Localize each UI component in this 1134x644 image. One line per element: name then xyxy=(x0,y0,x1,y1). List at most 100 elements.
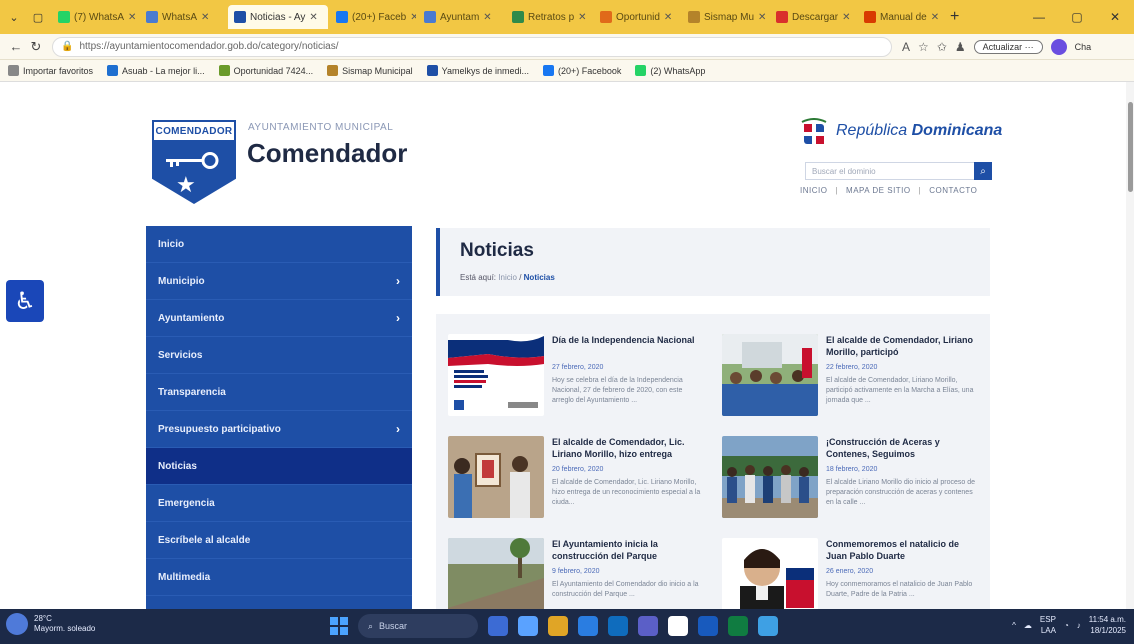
favorite-star-icon[interactable]: ☆ xyxy=(918,40,929,54)
back-icon[interactable]: ← xyxy=(6,39,26,54)
bookmark-item[interactable]: (20+) Facebook xyxy=(543,65,621,76)
sidebar-item-transparencia[interactable]: Transparencia xyxy=(146,374,412,411)
new-tab-button[interactable]: + xyxy=(950,8,959,26)
bookmark-item[interactable]: Oportunidad 7424... xyxy=(218,65,313,76)
site-name[interactable]: Comendador xyxy=(247,138,407,169)
sidebar-item-multimedia[interactable]: Multimedia xyxy=(146,559,412,596)
bookmark-item[interactable]: (2) WhatsApp xyxy=(635,65,705,76)
teams-icon[interactable] xyxy=(638,616,658,636)
close-icon[interactable]: ✕ xyxy=(1096,10,1134,24)
sidebar-item-inicio[interactable]: Inicio xyxy=(146,226,412,263)
news-card[interactable]: El alcalde de Comendador, Lic. Liriano M… xyxy=(442,436,707,536)
browser-tab[interactable]: Ayuntam ✕ xyxy=(418,5,504,29)
edge-icon[interactable] xyxy=(578,616,598,636)
news-thumbnail[interactable] xyxy=(722,538,818,609)
top-link-mapa-de-sitio[interactable]: MAPA DE SITIO xyxy=(846,186,911,195)
news-thumbnail[interactable] xyxy=(722,334,818,416)
onedrive-icon[interactable]: ☁ xyxy=(1024,621,1032,630)
chevron-up-icon[interactable]: ^ xyxy=(1012,621,1016,630)
news-thumbnail[interactable] xyxy=(448,334,544,416)
sidebar-item-escribele-al-alcalde[interactable]: Escríbele al alcalde xyxy=(146,522,412,559)
sidebar-item-emergencia[interactable]: Emergencia xyxy=(146,485,412,522)
sidebar-item-municipio[interactable]: Municipio › xyxy=(146,263,412,300)
chrome-icon[interactable] xyxy=(668,616,688,636)
close-tab-icon[interactable]: ✕ xyxy=(483,12,491,23)
news-card[interactable]: El alcalde de Comendador, Liriano Morill… xyxy=(716,334,981,434)
windows-start-icon[interactable] xyxy=(330,617,348,635)
widgets-icon[interactable] xyxy=(518,616,538,636)
bookmark-item[interactable]: Asuab - La mejor li... xyxy=(107,65,205,76)
workspaces-icon[interactable]: ▢ xyxy=(28,7,48,27)
browser-tab[interactable]: (20+) Faceb ✕ xyxy=(330,5,416,29)
language-indicator[interactable]: ESP LAA xyxy=(1040,614,1056,636)
browser-tab[interactable]: Descargar ✕ xyxy=(770,5,856,29)
news-title[interactable]: Conmemoremos el natalicio de Juan Pablo … xyxy=(826,538,976,562)
url-field[interactable]: 🔒 https://ayuntamientocomendador.gob.do/… xyxy=(52,36,892,57)
favorites-icon[interactable]: ✩ xyxy=(937,40,947,54)
sidebar-item-ayuntamiento[interactable]: Ayuntamiento › xyxy=(146,300,412,337)
news-title[interactable]: Día de la Independencia Nacional xyxy=(552,334,702,346)
breadcrumb-home-link[interactable]: Inicio xyxy=(498,273,517,282)
store-icon[interactable] xyxy=(608,616,628,636)
task-view-icon[interactable] xyxy=(488,616,508,636)
sidebar-item-noticias[interactable]: Noticias xyxy=(146,448,412,485)
news-thumbnail[interactable] xyxy=(722,436,818,518)
bookmark-item[interactable]: Importar favoritos xyxy=(8,65,93,76)
browser-tab[interactable]: (7) WhatsA ✕ xyxy=(52,5,138,29)
bookmark-item[interactable]: Sismap Municipal xyxy=(327,65,413,76)
browser-tab[interactable]: Manual de ✕ xyxy=(858,5,944,29)
close-tab-icon[interactable]: ✕ xyxy=(128,12,136,23)
browser-tab[interactable]: Retratos p ✕ xyxy=(506,5,592,29)
sidebar-item-servicios[interactable]: Servicios xyxy=(146,337,412,374)
tab-actions-icon[interactable]: ⌄ xyxy=(4,7,24,27)
news-title[interactable]: El Ayuntamiento inicia la construcción d… xyxy=(552,538,702,562)
page-scrollbar[interactable] xyxy=(1126,82,1134,609)
news-title[interactable]: El alcalde de Comendador, Lic. Liriano M… xyxy=(552,436,702,460)
excel-icon[interactable] xyxy=(728,616,748,636)
maximize-icon[interactable]: ▢ xyxy=(1058,10,1096,24)
update-button[interactable]: Actualizar ··· xyxy=(973,39,1043,54)
close-tab-icon[interactable]: ✕ xyxy=(931,12,939,23)
wifi-icon[interactable]: ◔ xyxy=(1064,621,1069,630)
browser-tab[interactable]: Oportunid ✕ xyxy=(594,5,680,29)
close-tab-icon[interactable]: ✕ xyxy=(410,12,416,23)
news-title[interactable]: ¡Construcción de Aceras y Contenes, Segu… xyxy=(826,436,976,460)
close-tab-icon[interactable]: ✕ xyxy=(664,12,672,23)
clock[interactable]: 11:54 a.m. 18/1/2025 xyxy=(1089,614,1126,636)
top-link-contacto[interactable]: CONTACTO xyxy=(929,186,977,195)
news-thumbnail[interactable] xyxy=(448,436,544,518)
top-link-inicio[interactable]: INICIO xyxy=(800,186,827,195)
browser-tab[interactable]: Noticias - Ay ✕ xyxy=(228,5,328,29)
volume-icon[interactable]: ♪ xyxy=(1077,621,1081,630)
read-aloud-icon[interactable]: A xyxy=(902,40,910,54)
copilot-icon[interactable] xyxy=(1050,38,1067,55)
close-tab-icon[interactable]: ✕ xyxy=(758,12,766,23)
search-icon[interactable]: ⌕ xyxy=(974,162,992,180)
news-title[interactable]: El alcalde de Comendador, Liriano Morill… xyxy=(826,334,976,358)
browser-tab[interactable]: WhatsA ✕ xyxy=(140,5,226,29)
close-tab-icon[interactable]: ✕ xyxy=(578,12,586,23)
close-tab-icon[interactable]: ✕ xyxy=(201,12,209,23)
news-card[interactable]: ¡Construcción de Aceras y Contenes, Segu… xyxy=(716,436,981,536)
word-icon[interactable] xyxy=(698,616,718,636)
taskbar-search[interactable]: ⌕ Buscar xyxy=(358,614,478,638)
profile-person-icon[interactable]: ♟ xyxy=(955,40,966,54)
news-card[interactable]: Conmemoremos el natalicio de Juan Pablo … xyxy=(716,538,981,609)
close-tab-icon[interactable]: ✕ xyxy=(309,12,317,23)
government-name[interactable]: República Dominicana xyxy=(836,122,1002,140)
close-tab-icon[interactable]: ✕ xyxy=(842,12,850,23)
news-thumbnail[interactable] xyxy=(448,538,544,609)
app-icon[interactable] xyxy=(758,616,778,636)
news-card[interactable]: Día de la Independencia Nacional 27 febre… xyxy=(442,334,707,434)
accessibility-icon[interactable]: ♿ xyxy=(6,280,44,322)
news-card[interactable]: El Ayuntamiento inicia la construcción d… xyxy=(442,538,707,609)
browser-tab[interactable]: Sismap Mu ✕ xyxy=(682,5,768,29)
weather-widget[interactable]: 28°C Mayorm. soleado xyxy=(6,613,95,635)
bookmark-item[interactable]: Yamelkys de inmedi... xyxy=(426,65,529,76)
scrollbar-thumb[interactable] xyxy=(1128,102,1133,192)
reload-icon[interactable]: ↻ xyxy=(26,39,46,55)
copilot-label[interactable]: Cha xyxy=(1075,42,1092,52)
sidebar-item-presupuesto-participativo[interactable]: Presupuesto participativo › xyxy=(146,411,412,448)
minimize-icon[interactable]: — xyxy=(1020,10,1058,24)
file-explorer-icon[interactable] xyxy=(548,616,568,636)
